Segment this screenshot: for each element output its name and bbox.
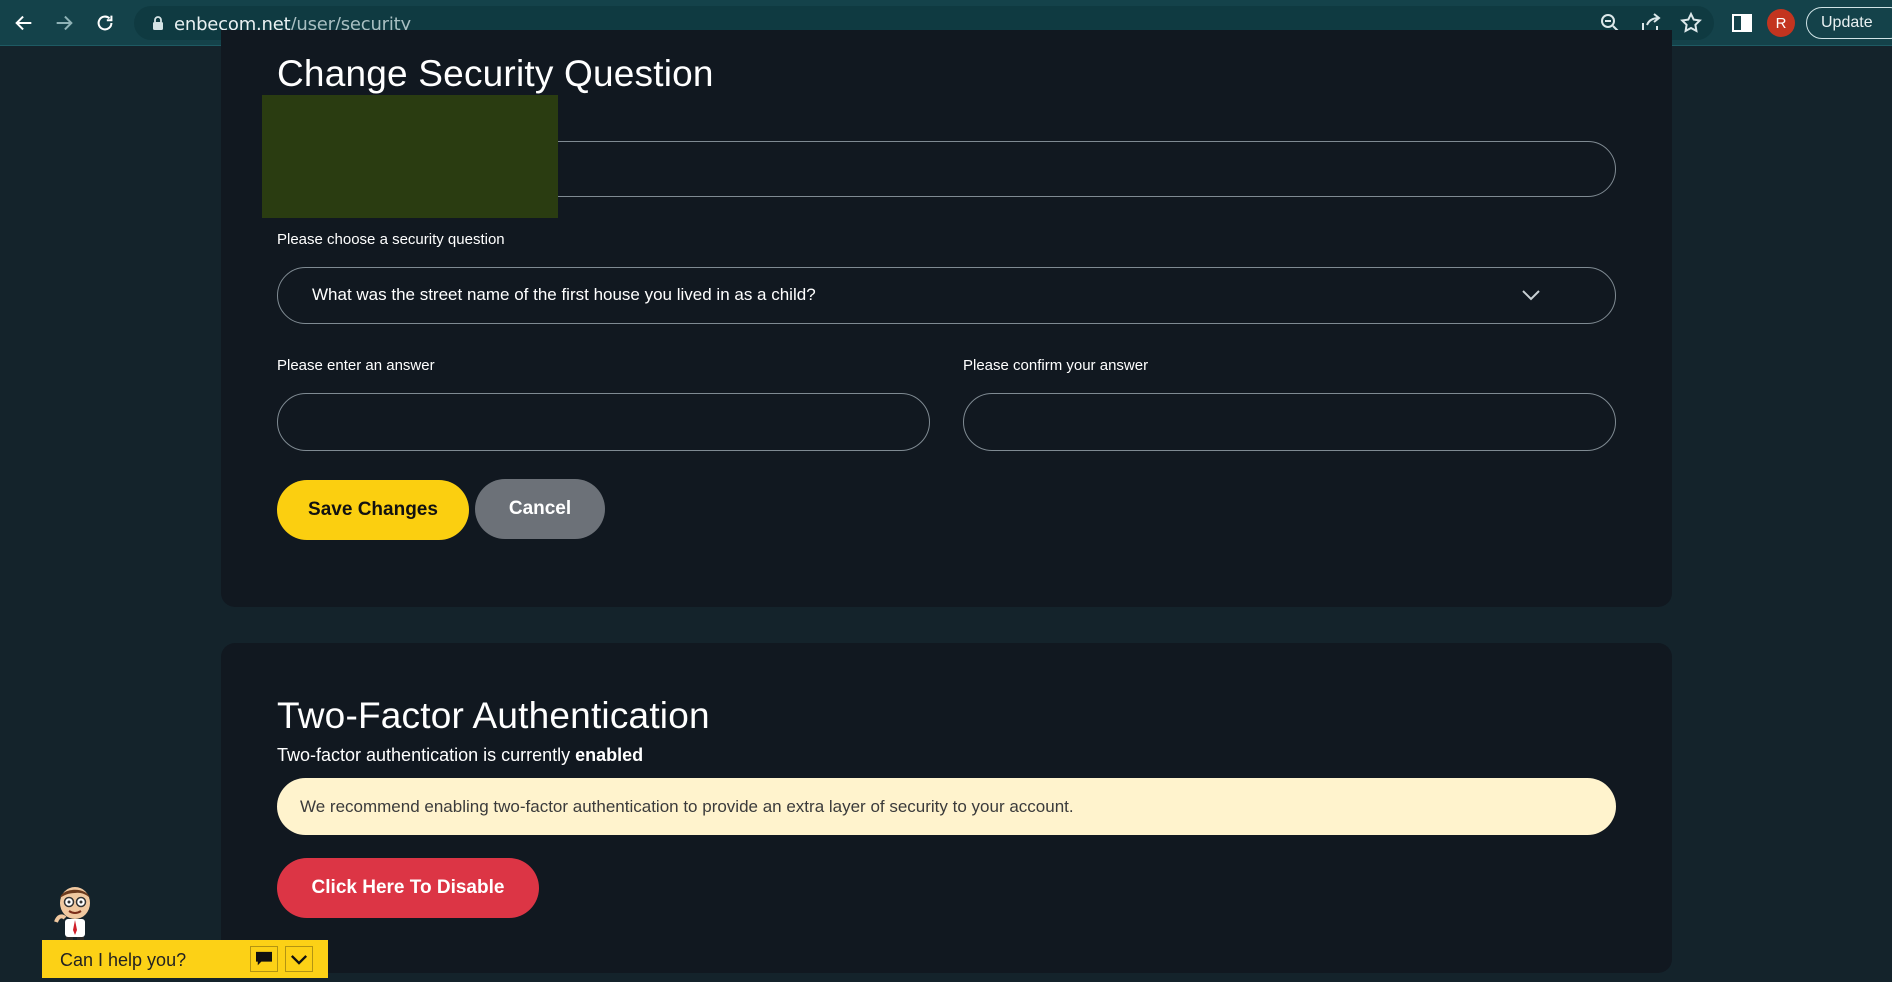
- minimize-chevron-icon[interactable]: [285, 946, 313, 972]
- two-factor-status: Two-factor authentication is currently e…: [277, 745, 643, 766]
- bookmark-star-icon[interactable]: [1679, 11, 1703, 35]
- selected-question: What was the street name of the first ho…: [312, 285, 816, 304]
- back-icon[interactable]: [9, 8, 39, 38]
- side-panel-icon[interactable]: [1730, 11, 1754, 35]
- help-chat-bar[interactable]: Can I help you?: [42, 940, 328, 978]
- help-prompt: Can I help you?: [60, 950, 187, 970]
- reload-icon[interactable]: [90, 8, 120, 38]
- security-question-select[interactable]: What was the street name of the first ho…: [277, 267, 1616, 324]
- disable-two-factor-button[interactable]: Click Here To Disable: [277, 858, 539, 918]
- save-changes-button[interactable]: Save Changes: [277, 480, 469, 540]
- lock-icon[interactable]: [150, 15, 166, 31]
- confirm-answer-input[interactable]: [963, 393, 1616, 451]
- chevron-down-icon[interactable]: [1521, 288, 1541, 302]
- chat-icon[interactable]: [250, 946, 278, 972]
- forward-icon[interactable]: [49, 8, 79, 38]
- two-factor-notice: We recommend enabling two-factor authent…: [277, 778, 1616, 835]
- answer-input[interactable]: [277, 393, 930, 451]
- assistant-mascot-icon[interactable]: [48, 884, 98, 948]
- two-factor-title: Two-Factor Authentication: [277, 695, 710, 736]
- profile-avatar[interactable]: R: [1767, 9, 1795, 37]
- redacted-block: [262, 95, 558, 218]
- update-button[interactable]: Update: [1806, 7, 1892, 39]
- cancel-button[interactable]: Cancel: [475, 479, 605, 539]
- confirm-answer-label: Please confirm your answer: [963, 357, 1149, 374]
- answer-label: Please enter an answer: [277, 357, 435, 374]
- question-label: Please choose a security question: [277, 231, 505, 248]
- status-prefix: Two-factor authentication is currently: [277, 745, 571, 765]
- security-question-title: Change Security Question: [277, 53, 714, 94]
- status-value: enabled: [575, 745, 644, 765]
